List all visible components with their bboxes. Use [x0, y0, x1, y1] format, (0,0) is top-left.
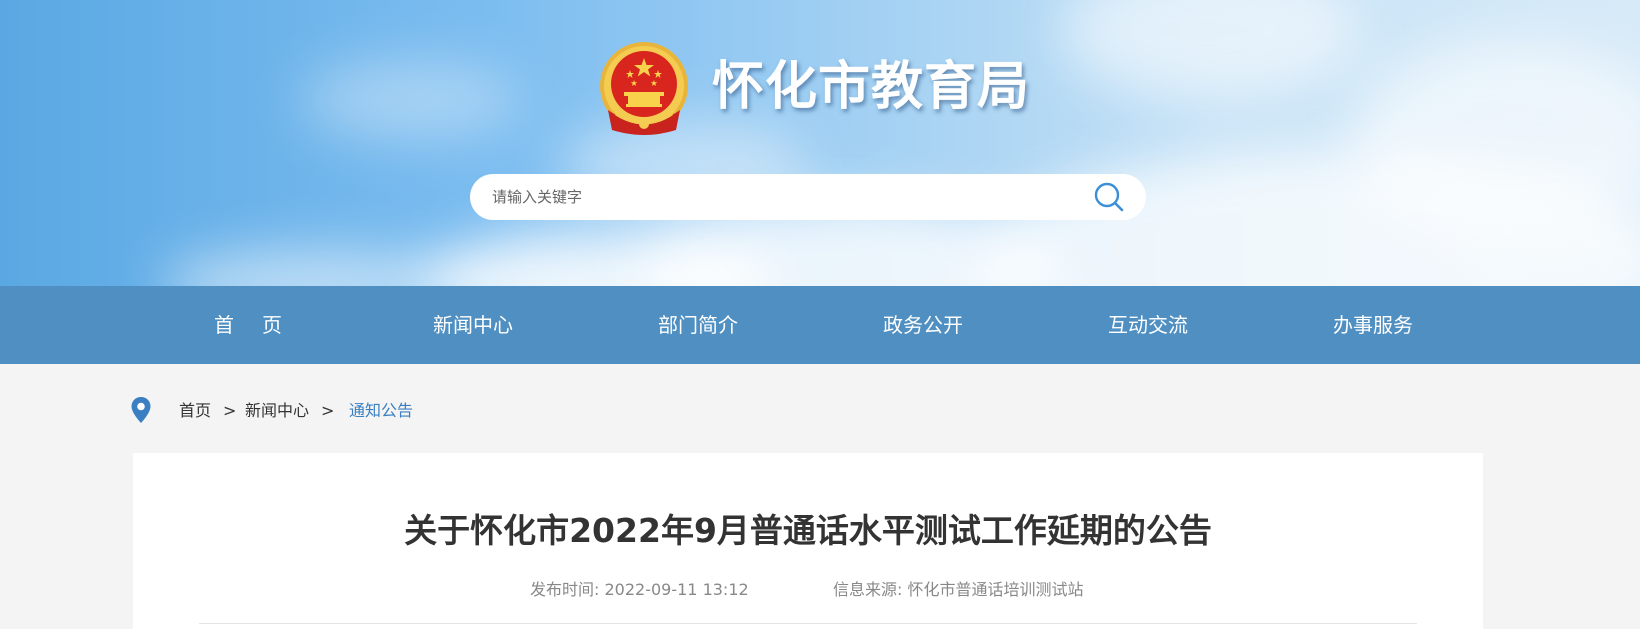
national-emblem-icon	[600, 42, 688, 135]
breadcrumb: 首页 > 新闻中心 > 通知公告	[130, 394, 830, 428]
divider	[199, 623, 1417, 624]
breadcrumb-item-news-center[interactable]: 新闻中心	[245, 400, 309, 422]
info-source: 信息来源: 怀化市普通话培训测试站	[833, 579, 1084, 601]
nav-item-home[interactable]: 首页	[168, 286, 328, 364]
nav-item-interaction[interactable]: 互动交流	[1068, 286, 1228, 364]
nav-item-department-intro[interactable]: 部门简介	[618, 286, 778, 364]
search-box	[470, 174, 1146, 220]
header-banner: 怀化市教育局	[0, 0, 1640, 286]
info-source-value: 怀化市普通话培训测试站	[907, 580, 1084, 599]
breadcrumb-item-notices[interactable]: 通知公告	[349, 400, 413, 422]
publish-time: 发布时间: 2022-09-11 13:12	[530, 579, 749, 601]
publish-time-label: 发布时间:	[530, 580, 600, 599]
main-nav: 首页 新闻中心 部门简介 政务公开 互动交流 办事服务	[0, 286, 1640, 364]
cloud-decoration	[300, 60, 520, 140]
article-card: 关于怀化市2022年9月普通话水平测试工作延期的公告 发布时间: 2022-09…	[133, 453, 1483, 629]
cloud-decoration	[160, 250, 460, 286]
search-icon[interactable]	[1092, 180, 1126, 214]
breadcrumb-separator: >	[321, 401, 335, 420]
article-title: 关于怀化市2022年9月普通话水平测试工作延期的公告	[404, 511, 1212, 550]
cloud-decoration	[1060, 0, 1360, 100]
nav-item-news-center[interactable]: 新闻中心	[393, 286, 553, 364]
publish-time-value: 2022-09-11 13:12	[604, 580, 749, 599]
search-input[interactable]	[492, 174, 1052, 220]
location-pin-icon	[131, 397, 151, 423]
breadcrumb-separator: >	[223, 401, 237, 420]
site-title: 怀化市教育局	[712, 57, 1031, 117]
info-source-label: 信息来源:	[833, 580, 903, 599]
nav-item-services[interactable]: 办事服务	[1293, 286, 1453, 364]
nav-item-government-affairs[interactable]: 政务公开	[843, 286, 1003, 364]
breadcrumb-item-home[interactable]: 首页	[179, 400, 211, 422]
